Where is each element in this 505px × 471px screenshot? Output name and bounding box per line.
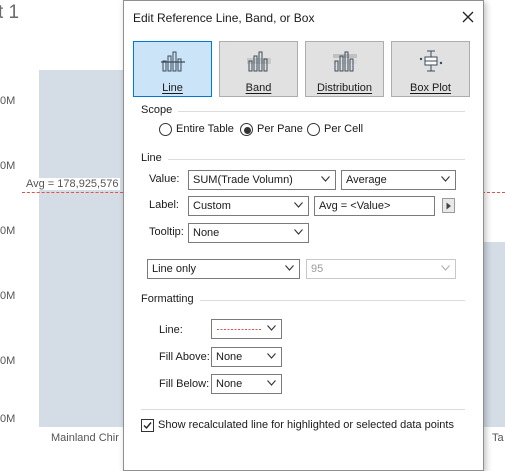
display-mode-text: Line only [152,263,197,275]
radio-selected-dot [244,127,251,134]
y-tick-label: 0M [0,225,16,237]
tab-line-label: Line [162,82,183,94]
scope-separator [178,111,465,112]
label-type-select[interactable]: Custom [188,196,309,216]
fill-above-select[interactable]: None [211,347,282,367]
radio-circle [307,123,320,136]
confidence-select: 95 [306,259,456,279]
close-icon [462,11,474,23]
label-text-value: Avg = <Value> [319,200,391,212]
box-plot-icon [419,50,443,72]
label-text-input[interactable]: Avg = <Value> [314,196,435,216]
reference-line [482,192,505,193]
distribution-chart-icon [333,51,357,72]
fill-below-label: Fill Below: [159,378,210,390]
radio-circle [159,123,172,136]
reference-line [22,192,123,193]
radio-entire-table-label: Entire Table [176,123,234,135]
line-heading: Line [141,152,162,164]
chevron-down-icon [267,353,276,359]
chevron-down-icon [441,176,450,182]
sheet-title: t 1 [0,2,20,23]
show-recalculated-label[interactable]: Show recalculated line for highlighted o… [158,419,454,431]
line-format-label: Line: [159,324,183,336]
tooltip-text: None [193,227,220,239]
line-separator [168,159,465,160]
formatting-separator [200,300,465,301]
value-field-select[interactable]: SUM(Trade Volumn) [188,170,336,190]
chevron-down-icon [321,176,330,182]
line-style-select[interactable] [211,319,282,339]
bar-taiwan [482,242,505,427]
chevron-down-icon [267,325,276,331]
tab-box-plot-label: Box Plot [410,82,451,94]
edit-reference-line-dialog: Edit Reference Line, Band, or Box Line B… [123,0,484,471]
bottom-separator [141,409,465,410]
close-button[interactable] [457,7,479,27]
radio-circle [240,123,253,136]
tooltip-label: Tooltip: [149,226,184,238]
display-mode-select[interactable]: Line only [147,259,300,279]
fill-above-text: None [216,351,243,363]
tab-band[interactable]: Band [219,41,298,97]
chevron-down-icon [294,229,303,235]
line-chart-icon [161,51,185,72]
dialog-titlebar[interactable]: Edit Reference Line, Band, or Box [124,1,483,34]
chevron-down-icon [294,202,303,208]
insert-field-button[interactable] [442,198,455,213]
x-axis-label: Mainland Chir [51,432,119,444]
bar-mainland-china [39,70,129,427]
x-axis-label: Ta [492,432,504,444]
value-field-text: SUM(Trade Volumn) [193,174,293,186]
chevron-down-icon [285,265,294,271]
y-tick-label: 0M [0,160,16,172]
line-style-swatch [217,329,261,330]
reference-line-label: Avg = 178,925,576 [24,178,121,190]
formatting-heading: Formatting [141,293,194,305]
label-label: Label: [149,199,179,211]
scope-heading: Scope [141,104,173,116]
value-label: Value: [149,173,180,185]
fill-above-label: Fill Above: [159,351,210,363]
y-tick-label: 0M [0,290,16,302]
radio-per-cell-label: Per Cell [324,123,364,135]
confidence-text: 95 [311,263,324,275]
fill-below-text: None [216,378,243,390]
aggregation-select[interactable]: Average [341,170,456,190]
dialog-title: Edit Reference Line, Band, or Box [133,11,315,25]
checkmark-icon [143,422,152,430]
y-tick-label: 0M [0,413,16,425]
tooltip-select[interactable]: None [188,223,309,243]
chevron-down-icon [441,265,450,271]
radio-per-pane-label: Per Pane [257,123,303,135]
fill-below-select[interactable]: None [211,374,282,394]
tab-box-plot[interactable]: Box Plot [391,41,470,97]
band-chart-icon [247,51,271,72]
arrow-right-icon [446,202,451,210]
y-tick-label: 0M [0,95,16,107]
chevron-down-icon [267,380,276,386]
tab-distribution[interactable]: Distribution [305,41,384,97]
tab-band-label: Band [245,82,272,94]
aggregation-text: Average [346,174,387,186]
y-tick-label: 0M [0,355,16,367]
tab-line[interactable]: Line [133,41,212,97]
label-type-text: Custom [193,200,231,212]
tab-distribution-label: Distribution [316,82,373,94]
show-recalculated-checkbox[interactable] [141,419,154,432]
